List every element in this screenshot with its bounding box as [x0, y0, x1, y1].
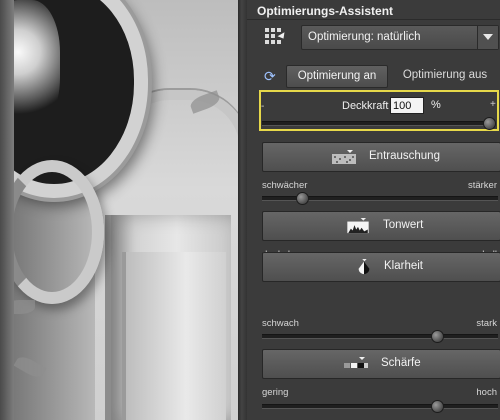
photo-edge-shadow: [0, 0, 14, 420]
preset-grid-icon[interactable]: [264, 26, 288, 46]
opacity-label: Deckkraft: [342, 100, 389, 112]
sharpness-icon: [344, 357, 368, 368]
panel-title: Optimierungs-Assistent: [257, 4, 394, 18]
optimization-off-button[interactable]: Optimierung aus: [390, 65, 500, 86]
clarity-slider-track[interactable]: [262, 334, 498, 339]
noise-reduction-label: Entrauschung: [369, 150, 440, 162]
chevron-down-icon[interactable]: [477, 26, 498, 49]
opacity-slider-knob[interactable]: [483, 117, 496, 130]
noise-min-label: schwächer: [262, 180, 308, 191]
noise-icon: [332, 150, 356, 164]
photo-door-inner-panel: [122, 252, 226, 420]
opacity-min-symbol: -: [261, 101, 265, 112]
title-divider: [247, 19, 500, 20]
preset-dropdown-value: Optimierung: natürlich: [308, 31, 421, 43]
clarity-icon: [358, 259, 370, 275]
sharpness-button[interactable]: Schärfe: [262, 349, 500, 379]
noise-slider-knob[interactable]: [295, 192, 309, 205]
sharpness-slider-knob[interactable]: [430, 400, 444, 413]
preset-dropdown[interactable]: Optimierung: natürlich: [301, 25, 499, 50]
clarity-slider-knob[interactable]: [430, 330, 444, 343]
clarity-label: Klarheit: [384, 260, 423, 272]
opacity-max-symbol: +: [490, 99, 496, 110]
clarity-button[interactable]: Klarheit: [262, 252, 500, 282]
noise-max-label: stärker: [467, 180, 497, 191]
opacity-input[interactable]: [390, 97, 424, 114]
tone-button[interactable]: Tonwert: [262, 211, 500, 241]
clarity-min-label: schwach: [262, 318, 299, 329]
refresh-icon[interactable]: ⟳: [264, 68, 276, 85]
sharpness-min-label: gering: [262, 387, 289, 398]
photo-scroll: [0, 160, 104, 304]
noise-reduction-button[interactable]: Entrauschung: [262, 142, 500, 172]
sharpness-slider-track[interactable]: [262, 404, 498, 409]
opacity-slider-track[interactable]: [262, 121, 494, 126]
clarity-max-label: stark: [476, 318, 497, 329]
tone-label: Tonwert: [383, 219, 424, 231]
optimization-panel: Optimierungs-Assistent Optimierung: natü…: [247, 0, 500, 420]
sharpness-max-label: hoch: [476, 387, 497, 398]
sharpness-label: Schärfe: [381, 357, 421, 369]
opacity-unit: %: [431, 99, 441, 111]
panel-divider[interactable]: [238, 0, 247, 420]
optimization-on-button[interactable]: Optimierung an: [286, 65, 388, 88]
photo-preview: [0, 0, 238, 420]
histogram-icon: [347, 218, 369, 234]
photo-leaf: [13, 353, 47, 381]
